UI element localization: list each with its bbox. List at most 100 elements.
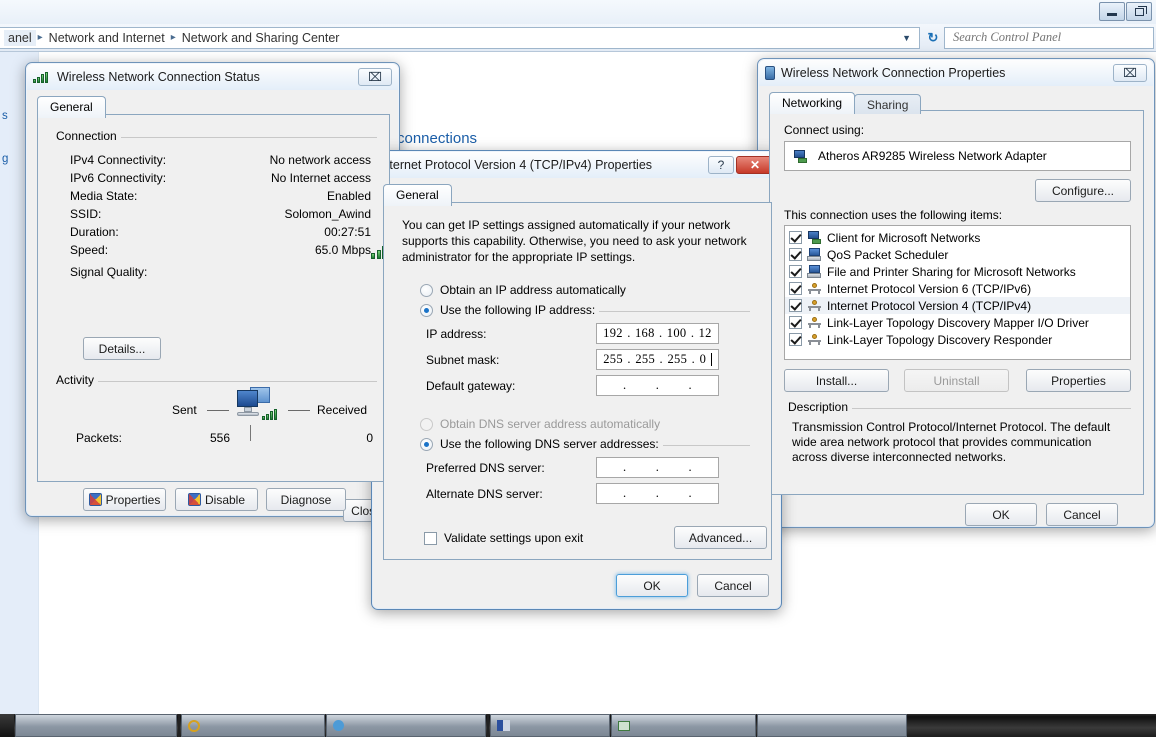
status-dialog-client: General Connection IPv4 Connectivity: No…	[27, 90, 398, 522]
ip-address-input[interactable]: 192. 168. 100. 12	[596, 323, 719, 344]
breadcrumb-item-network-and-internet[interactable]: Network and Internet	[45, 30, 169, 46]
chevron-right-icon: ▸	[170, 32, 176, 43]
taskbar-item-2[interactable]	[181, 714, 325, 737]
checkbox-checked-icon[interactable]	[789, 231, 802, 244]
taskbar-item-4[interactable]	[490, 714, 610, 737]
default-gateway-input[interactable]: ...	[596, 375, 719, 396]
radio-selected-icon[interactable]	[420, 437, 433, 451]
service-icon	[807, 265, 822, 278]
checkbox-checked-icon[interactable]	[789, 282, 802, 295]
mask-octet-1: 255	[603, 352, 623, 366]
radio-use-following-dns-label: Use the following DNS server addresses:	[440, 437, 659, 451]
list-item[interactable]: Link-Layer Topology Discovery Mapper I/O…	[785, 314, 1130, 331]
wireless-status-dialog: Wireless Network Connection Status ⌧ Gen…	[25, 62, 400, 522]
chevron-down-icon[interactable]: ▼	[902, 33, 915, 43]
search-input[interactable]	[951, 29, 1147, 46]
app-icon	[497, 720, 510, 731]
row-label-ipv6: IPv6 Connectivity:	[70, 171, 167, 185]
adapter-name: Atheros AR9285 Wireless Network Adapter	[818, 149, 1047, 163]
breadcrumb[interactable]: anel ▸ Network and Internet ▸ Network an…	[0, 26, 920, 49]
disable-button[interactable]: Disable	[175, 488, 258, 511]
details-button[interactable]: Details...	[83, 337, 161, 360]
refresh-icon[interactable]: ↻	[922, 27, 944, 49]
checkbox-icon[interactable]	[424, 531, 437, 545]
sidebar-fragment-1[interactable]: s	[2, 110, 8, 122]
row-value-ssid: Solomon_Awind	[284, 207, 371, 221]
checkbox-checked-icon[interactable]	[789, 248, 802, 261]
taskbar-item-6[interactable]	[757, 714, 907, 737]
ip-octet-2: 168	[634, 326, 655, 340]
list-item[interactable]: Client for Microsoft Networks	[785, 229, 1130, 246]
tab-networking[interactable]: Networking	[769, 92, 856, 114]
intro-text: You can get IP settings assigned automat…	[402, 218, 747, 264]
list-item[interactable]: Link-Layer Topology Discovery Responder	[785, 331, 1130, 348]
checkbox-checked-icon[interactable]	[789, 265, 802, 278]
adapter-box[interactable]: Atheros AR9285 Wireless Network Adapter	[784, 141, 1131, 171]
radio-obtain-dns-auto: Obtain DNS server address automatically	[420, 417, 660, 431]
cancel-button[interactable]: Cancel	[1046, 503, 1118, 526]
taskbar-item-3[interactable]	[326, 714, 486, 737]
breadcrumb-root[interactable]: anel	[4, 29, 36, 46]
list-item[interactable]: Internet Protocol Version 6 (TCP/IPv6)	[785, 280, 1130, 297]
radio-icon[interactable]	[420, 283, 433, 297]
radio-use-following-ip[interactable]: Use the following IP address:	[416, 303, 600, 317]
radio-use-following-ip-label: Use the following IP address:	[440, 303, 596, 317]
signal-quality-label: Signal Quality:	[70, 265, 148, 279]
list-item-selected[interactable]: Internet Protocol Version 4 (TCP/IPv4)	[785, 297, 1130, 314]
restore-icon	[1134, 5, 1147, 16]
restore-button[interactable]	[1126, 2, 1152, 21]
tab-sharing[interactable]: Sharing	[854, 94, 922, 114]
packets-sent-value: 556	[210, 431, 231, 445]
properties-button[interactable]: Properties	[83, 488, 166, 511]
row-label-ipv4: IPv4 Connectivity:	[70, 153, 167, 167]
taskbar-item-5[interactable]	[611, 714, 756, 737]
ok-button[interactable]: OK	[616, 574, 688, 597]
list-item[interactable]: File and Printer Sharing for Microsoft N…	[785, 263, 1130, 280]
cancel-button[interactable]: Cancel	[697, 574, 769, 597]
install-button[interactable]: Install...	[784, 369, 889, 392]
diagnose-button[interactable]: Diagnose	[266, 488, 346, 511]
subnet-mask-input[interactable]: 255. 255. 255. 0	[596, 349, 719, 370]
taskbar-separator	[178, 714, 180, 737]
start-button[interactable]	[0, 714, 14, 737]
radio-obtain-ip-auto[interactable]: Obtain an IP address automatically	[420, 283, 626, 297]
properties-button[interactable]: Properties	[1026, 369, 1131, 392]
taskbar	[0, 714, 1156, 737]
status-close-button[interactable]: ⌧	[358, 68, 392, 86]
radio-use-following-dns[interactable]: Use the following DNS server addresses:	[416, 437, 663, 451]
taskbar-separator	[487, 714, 489, 737]
properties-dialog-title-bar: Wireless Network Connection Properties ⌧	[759, 60, 1153, 86]
row-value-media-state: Enabled	[326, 189, 371, 203]
configure-button[interactable]: Configure...	[1035, 179, 1131, 202]
ip-octet-1: 192	[603, 326, 623, 340]
window-controls	[1099, 2, 1152, 21]
checkbox-checked-icon[interactable]	[789, 316, 802, 329]
alternate-dns-input[interactable]: ...	[596, 483, 719, 504]
status-dialog-title: Wireless Network Connection Status	[57, 70, 260, 84]
radio-selected-icon[interactable]	[420, 303, 433, 317]
ok-button[interactable]: OK	[965, 503, 1037, 526]
validate-settings-checkbox[interactable]: Validate settings upon exit	[424, 531, 583, 545]
minimize-button[interactable]	[1099, 2, 1125, 21]
sidebar-fragment-2[interactable]: g	[2, 153, 8, 165]
properties-close-button[interactable]: ⌧	[1113, 64, 1147, 82]
protocol-icon	[807, 333, 822, 346]
search-box[interactable]	[944, 26, 1154, 49]
packets-received-value: 0	[366, 431, 373, 445]
uninstall-button: Uninstall	[904, 369, 1009, 392]
taskbar-item-1[interactable]	[15, 714, 177, 737]
list-item[interactable]: QoS Packet Scheduler	[785, 246, 1130, 263]
checkbox-checked-icon[interactable]	[789, 299, 802, 312]
components-list[interactable]: Client for Microsoft Networks QoS Packet…	[784, 225, 1131, 360]
tab-general[interactable]: General	[37, 96, 106, 118]
preferred-dns-input[interactable]: ...	[596, 457, 719, 478]
tab-general[interactable]: General	[383, 184, 452, 206]
help-button[interactable]: ?	[708, 156, 734, 174]
activity-group: Activity Sent Received Packets: 556 0	[52, 373, 377, 471]
connection-group-label: Connection	[52, 129, 121, 143]
checkbox-checked-icon[interactable]	[789, 333, 802, 346]
breadcrumb-item-network-and-sharing-center[interactable]: Network and Sharing Center	[178, 30, 344, 46]
sent-label: Sent	[172, 403, 197, 417]
advanced-button[interactable]: Advanced...	[674, 526, 767, 549]
row-label-ssid: SSID:	[70, 207, 102, 221]
